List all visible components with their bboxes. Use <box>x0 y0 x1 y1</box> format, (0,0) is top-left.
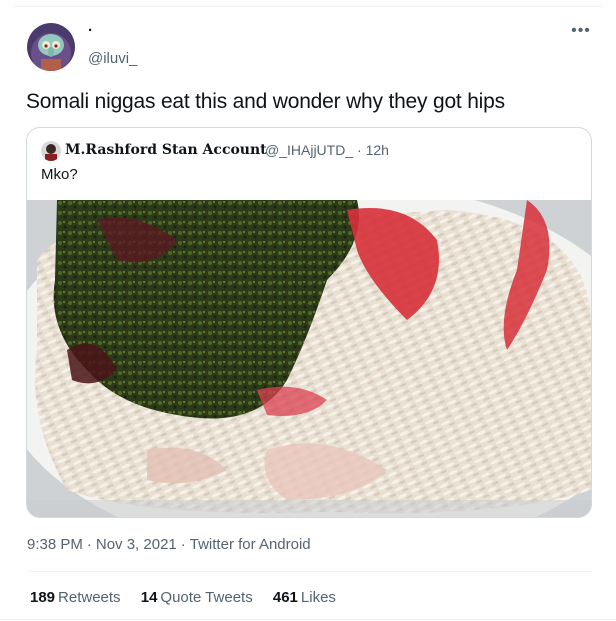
bottom-divider <box>0 619 616 620</box>
quoted-author-avatar[interactable] <box>41 141 61 161</box>
author-avatar[interactable] <box>27 23 75 71</box>
retweets-count: 189 <box>30 589 56 606</box>
tweet-text: Somali niggas eat this and wonder why th… <box>26 90 505 113</box>
quoted-author-meta: @_IHAjjUTD_ · 12h <box>265 142 389 158</box>
quote-tweets-stat[interactable]: 14 Quote Tweets <box>141 589 253 606</box>
tweet-timestamp: 9:38 PM · Nov 3, 2021 · Twitter for Android <box>27 536 311 553</box>
likes-label: Likes <box>300 589 336 606</box>
likes-stat[interactable]: 461 Likes <box>273 589 336 606</box>
top-divider <box>12 6 604 7</box>
tweet-detail: . @iluvi_ ••• Somali niggas eat this and… <box>0 0 616 621</box>
quote-tweets-count: 14 <box>140 589 158 606</box>
more-horizontal-icon[interactable]: ••• <box>570 23 592 40</box>
food-photo[interactable] <box>27 200 591 517</box>
quoted-tweet-text: Mko? <box>41 166 78 183</box>
retweets-stat[interactable]: 189 Retweets <box>30 589 121 606</box>
author-display-name[interactable]: . <box>88 18 92 35</box>
tweet-source[interactable]: Twitter for Android <box>190 536 311 553</box>
dot-separator: · <box>86 536 92 553</box>
engagement-stats: 189 Retweets 14 Quote Tweets 461 Likes <box>30 589 352 606</box>
retweets-label: Retweets <box>58 589 121 606</box>
dot-separator: · <box>357 142 362 158</box>
tweet-date[interactable]: Nov 3, 2021 <box>96 536 177 553</box>
quoted-author-name[interactable]: M.Rashford Stan Account <box>65 142 267 158</box>
likes-count: 461 <box>272 589 298 606</box>
stats-divider <box>27 571 592 572</box>
tweet-time[interactable]: 9:38 PM <box>27 536 83 553</box>
quoted-author-handle[interactable]: @_IHAjjUTD_ <box>265 142 353 158</box>
quoted-tweet[interactable]: M.Rashford Stan Account @_IHAjjUTD_ · 12… <box>26 127 592 518</box>
author-handle[interactable]: @iluvi_ <box>88 50 137 67</box>
quoted-time[interactable]: 12h <box>366 142 389 158</box>
quote-tweets-label: Quote Tweets <box>160 589 253 606</box>
dot-separator: · <box>180 536 186 553</box>
